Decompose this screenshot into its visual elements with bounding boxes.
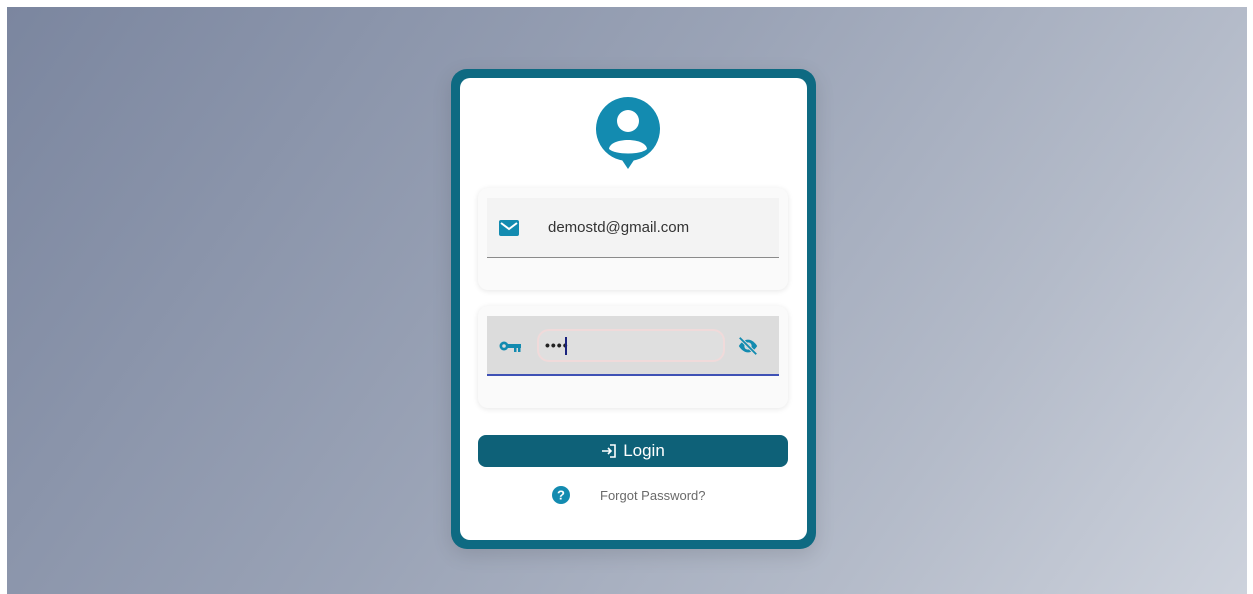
- email-value[interactable]: demostd@gmail.com: [548, 219, 689, 236]
- login-button-label: Login: [623, 441, 665, 460]
- text-caret: [565, 337, 567, 355]
- eye-off-icon[interactable]: [737, 335, 759, 357]
- password-input[interactable]: ••••: [537, 329, 725, 362]
- user-pin-icon: [596, 97, 660, 169]
- login-card-frame: demostd@gmail.com •••• Login ? Forgot Pa…: [451, 69, 816, 549]
- help-circle-icon: ?: [552, 486, 570, 504]
- password-field-container: ••••: [478, 306, 788, 408]
- login-button[interactable]: Login: [478, 435, 788, 467]
- key-icon: [499, 341, 521, 352]
- forgot-password-link[interactable]: Forgot Password?: [600, 488, 706, 503]
- password-field[interactable]: ••••: [487, 316, 779, 376]
- login-card: demostd@gmail.com •••• Login ? Forgot Pa…: [460, 78, 807, 540]
- svg-text:?: ?: [557, 488, 565, 503]
- login-icon: [602, 444, 616, 458]
- email-field-container: demostd@gmail.com: [478, 188, 788, 290]
- mail-icon: [499, 220, 519, 236]
- email-field[interactable]: demostd@gmail.com: [487, 198, 779, 258]
